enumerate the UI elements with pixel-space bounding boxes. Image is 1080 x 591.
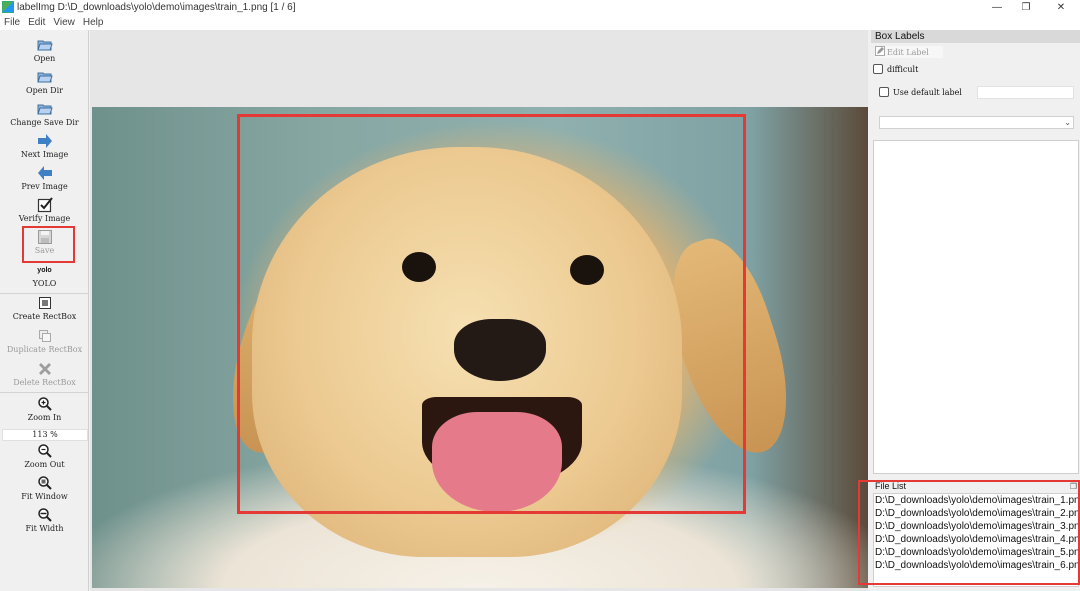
fit-window-icon — [37, 475, 53, 491]
zoom-in-label: Zoom In — [27, 413, 62, 422]
use-default-label-checkbox[interactable] — [879, 87, 889, 97]
next-image-label: Next Image — [20, 150, 69, 159]
delete-rectbox-button[interactable]: Delete RectBox — [0, 361, 89, 387]
duplicate-rectbox-label: Duplicate RectBox — [6, 345, 83, 354]
yolo-logo-icon: yolo — [37, 266, 52, 274]
zoom-in-icon — [37, 396, 53, 412]
folder-open-icon — [36, 69, 53, 85]
delete-rectbox-label: Delete RectBox — [13, 378, 76, 387]
title-bar: labelImg D:\D_downloads\yolo\demo\images… — [0, 0, 1080, 14]
menu-edit[interactable]: Edit — [28, 17, 45, 28]
menu-view[interactable]: View — [53, 17, 75, 28]
maximize-icon: ❐ — [1021, 1, 1031, 13]
fit-window-button[interactable]: Fit Window — [0, 475, 89, 501]
window-title: labelImg D:\D_downloads\yolo\demo\images… — [17, 1, 296, 13]
open-button[interactable]: Open — [0, 37, 89, 63]
image-canvas[interactable] — [90, 30, 868, 591]
change-save-dir-label: Change Save Dir — [10, 118, 79, 127]
use-default-label-text: Use default label — [893, 87, 962, 97]
edit-icon — [875, 43, 885, 61]
label-combo-box[interactable]: ⌄ — [879, 116, 1074, 129]
folder-open-icon — [36, 37, 53, 53]
difficult-checkbox[interactable] — [873, 64, 883, 74]
fit-window-label: Fit Window — [21, 492, 68, 501]
copy-icon — [37, 328, 53, 344]
change-save-dir-button[interactable]: Change Save Dir — [0, 101, 89, 127]
checkbox-check-icon — [37, 197, 53, 213]
difficult-row: difficult — [873, 64, 918, 74]
toolbar-divider — [0, 392, 89, 393]
close-button[interactable]: ✕ — [1046, 0, 1076, 14]
open-label: Open — [33, 54, 56, 63]
delete-x-icon — [37, 361, 53, 377]
fit-width-icon — [37, 507, 53, 523]
menu-bar: File Edit View Help — [0, 14, 1080, 30]
minimize-button[interactable]: — — [982, 0, 1012, 14]
edit-label-button[interactable]: Edit Label — [875, 46, 943, 58]
open-dir-label: Open Dir — [26, 86, 63, 95]
create-rectbox-label: Create RectBox — [12, 312, 77, 321]
left-toolbar: Open Open Dir Change Save Dir Next Image — [0, 30, 89, 591]
zoom-in-button[interactable]: Zoom In — [0, 396, 89, 422]
label-list[interactable] — [873, 140, 1079, 474]
zoom-out-button[interactable]: Zoom Out — [0, 443, 89, 469]
yolo-highlight-annotation — [22, 226, 75, 263]
file-list-highlight-annotation — [858, 480, 1080, 585]
arrow-right-icon — [37, 133, 53, 149]
arrow-left-icon — [37, 165, 53, 181]
yolo-format-button[interactable]: yolo YOLO — [0, 262, 89, 289]
maximize-button[interactable]: ❐ — [1011, 0, 1041, 14]
toolbar-divider — [0, 293, 89, 294]
fit-width-button[interactable]: Fit Width — [0, 507, 89, 533]
default-label-input[interactable] — [977, 86, 1074, 99]
create-rectbox-button[interactable]: Create RectBox — [0, 295, 89, 321]
edit-label-text: Edit Label — [887, 47, 929, 57]
open-dir-button[interactable]: Open Dir — [0, 69, 89, 95]
use-default-label-row: Use default label — [879, 87, 962, 97]
yolo-label: YOLO — [32, 279, 57, 288]
chevron-down-icon: ⌄ — [1064, 118, 1071, 127]
duplicate-rectbox-button[interactable]: Duplicate RectBox — [0, 328, 89, 354]
folder-open-icon — [36, 101, 53, 117]
rect-box-icon — [37, 295, 53, 311]
verify-image-button[interactable]: Verify Image — [0, 197, 89, 223]
box-labels-title: Box Labels — [871, 30, 1080, 43]
zoom-out-icon — [37, 443, 53, 459]
labelimg-window: labelImg D:\D_downloads\yolo\demo\images… — [0, 0, 1080, 591]
difficult-label: difficult — [887, 64, 919, 74]
menu-help[interactable]: Help — [83, 17, 104, 28]
fit-width-label: Fit Width — [25, 524, 64, 533]
menu-file[interactable]: File — [4, 17, 20, 28]
verify-image-label: Verify Image — [18, 214, 71, 223]
minimize-icon: — — [992, 1, 1002, 13]
next-image-button[interactable]: Next Image — [0, 133, 89, 159]
prev-image-button[interactable]: Prev Image — [0, 165, 89, 191]
app-icon — [2, 1, 14, 13]
prev-image-label: Prev Image — [21, 182, 68, 191]
zoom-level-field[interactable]: 113 % — [2, 429, 88, 441]
close-icon: ✕ — [1056, 1, 1066, 13]
zoom-out-label: Zoom Out — [24, 460, 65, 469]
bounding-box[interactable] — [237, 114, 746, 514]
